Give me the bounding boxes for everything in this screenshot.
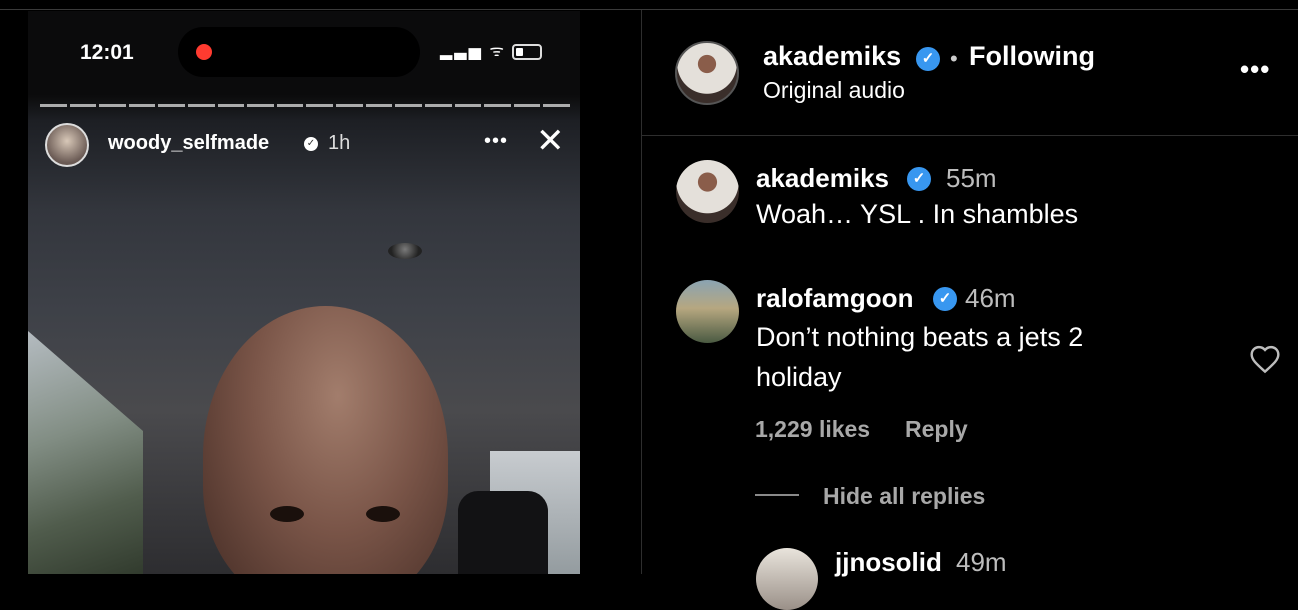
post-author-avatar[interactable] — [675, 41, 739, 105]
reply-time: 49m — [956, 547, 1007, 577]
story-progress-bar — [40, 104, 570, 107]
replies-line — [755, 494, 799, 496]
top-border — [0, 9, 1298, 10]
dynamic-island — [178, 27, 420, 77]
car-dome-light — [388, 243, 422, 259]
header-divider — [642, 135, 1298, 136]
like-count[interactable]: 1,229 likes — [755, 416, 870, 443]
verified-icon: ✓ — [933, 287, 957, 311]
verified-icon: ✓ — [907, 167, 931, 191]
status-bar-icons: ▂▃▅ ᯤ — [440, 39, 543, 61]
story-time: 1h — [328, 132, 351, 154]
comment-text: Don’t nothing beats a jets 2 — [756, 322, 1084, 352]
separator-dot: • — [950, 46, 958, 71]
reply-username[interactable]: jjnosolid — [835, 547, 942, 578]
original-audio-link[interactable]: Original audio — [763, 77, 905, 104]
car-window — [28, 331, 143, 574]
status-bar-time: 12:01 — [80, 41, 134, 64]
hide-replies-button[interactable]: Hide all replies — [823, 483, 985, 510]
comment-time: 46m — [965, 283, 1016, 313]
battery-icon — [512, 43, 543, 60]
signal-wifi-icon: ▂▃▅ ᯤ — [440, 43, 506, 60]
comment-username[interactable]: akademiks — [756, 163, 889, 194]
person-head — [203, 306, 448, 574]
reply-avatar[interactable] — [756, 548, 818, 610]
person-eye — [366, 506, 400, 522]
comment-avatar[interactable] — [676, 280, 739, 343]
person-eye — [270, 506, 304, 522]
pane-divider — [641, 10, 642, 574]
story-close-icon[interactable]: ✕ — [536, 121, 565, 161]
story-viewer[interactable]: 12:01 ▂▃▅ ᯤ woody_selfmade ✓ 1h ••• ✕ — [28, 11, 580, 574]
recording-dot-icon — [196, 44, 212, 60]
post-author-username[interactable]: akademiks — [763, 41, 901, 72]
more-options-icon[interactable]: ••• — [1240, 54, 1270, 85]
verified-icon: ✓ — [916, 47, 940, 71]
comment-text: holiday — [756, 362, 842, 392]
verified-icon: ✓ — [304, 137, 318, 151]
car-seat — [458, 491, 548, 574]
following-button[interactable]: Following — [969, 41, 1095, 72]
comment-avatar[interactable] — [676, 160, 739, 223]
comment-username[interactable]: ralofamgoon — [756, 283, 913, 314]
comment-text: Woah… YSL . In shambles — [756, 199, 1079, 229]
reply-button[interactable]: Reply — [905, 416, 968, 443]
story-avatar[interactable] — [45, 123, 89, 167]
comment-time: 55m — [946, 163, 997, 193]
story-username[interactable]: woody_selfmade — [108, 132, 269, 155]
story-more-icon[interactable]: ••• — [484, 130, 508, 153]
like-heart-icon[interactable] — [1249, 344, 1281, 374]
